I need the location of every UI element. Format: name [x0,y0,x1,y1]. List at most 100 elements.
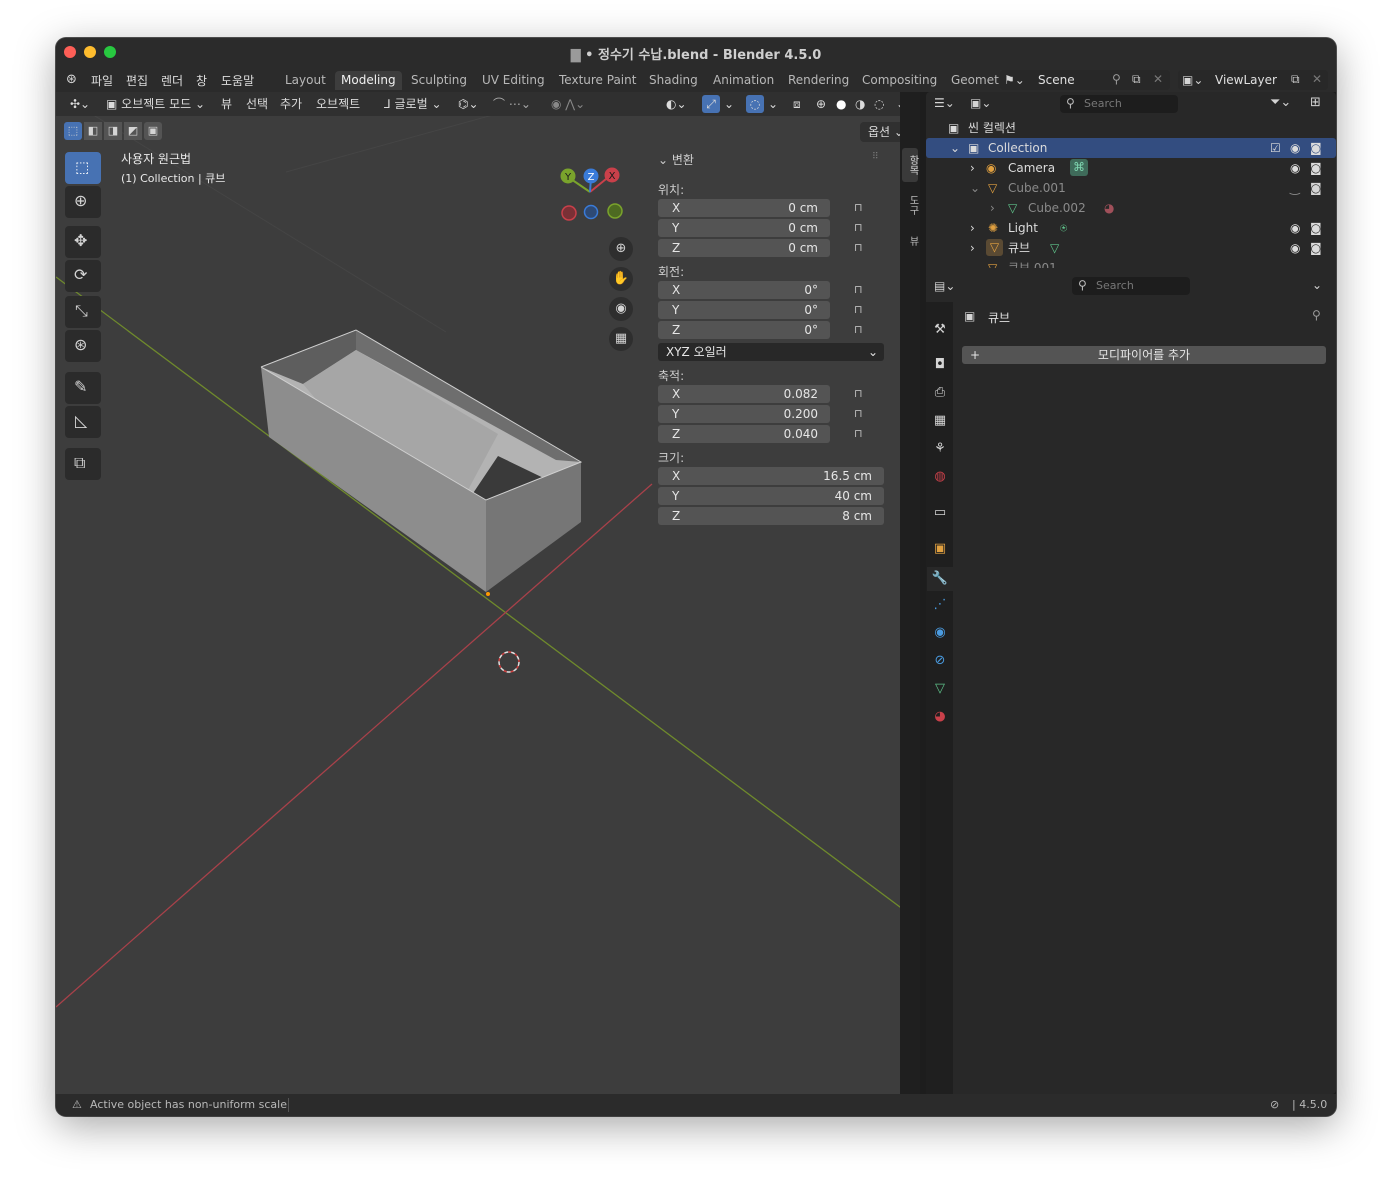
chevron-down-icon[interactable]: ⌄ [970,178,980,198]
lock-icon[interactable]: ⊓ [854,201,863,214]
menu-add[interactable]: 추가 [280,95,302,113]
lock-icon[interactable]: ⊓ [854,303,863,316]
new-scene-icon[interactable]: ⧉ [1132,72,1141,87]
dimensions-x-field[interactable]: X 16.5 cm [658,467,884,485]
gizmo-dropdown-icon[interactable]: ⌄ [724,95,734,113]
particles-properties-icon[interactable]: ⋰ [932,597,948,613]
location-y-field[interactable]: Y 0 cm [658,219,830,237]
eye-icon[interactable]: ◉ [1290,218,1300,238]
menu-view[interactable]: 뷰 [221,95,232,113]
lock-icon[interactable]: ⊓ [854,241,863,254]
lock-icon[interactable]: ⊓ [854,283,863,296]
perspective-toggle-icon[interactable]: ▦ [609,327,633,351]
chevron-right-icon[interactable]: › [970,238,975,258]
shading-solid-icon[interactable]: ● [836,95,846,113]
tool-transform[interactable]: ⊛ [65,330,101,362]
tab-shading[interactable]: Shading [643,71,704,90]
eye-icon[interactable]: ◉ [1290,138,1300,158]
shading-rendered-icon[interactable]: ◌ [874,95,884,113]
menu-object[interactable]: 오브젝트 [316,95,360,113]
rotation-z-field[interactable]: Z 0° [658,321,830,339]
tab-modeling[interactable]: Modeling [335,71,402,90]
camera-render-icon[interactable]: ◙ [1310,238,1322,258]
select-invert-icon[interactable]: ◩ [124,122,142,140]
material-properties-icon[interactable]: ◕ [932,709,948,725]
lock-icon[interactable]: ⊓ [854,221,863,234]
outliner-row-camera[interactable]: › ◉ Camera ⌘ ◉ ◙ [926,158,1336,178]
chevron-right-icon[interactable]: › [970,218,975,238]
select-subtract-icon[interactable]: ◨ [104,122,122,140]
rotation-mode-select[interactable]: XYZ 오일러 ⌄ [658,343,884,361]
shading-material-icon[interactable]: ◑ [855,95,865,113]
tab-uv-editing[interactable]: UV Editing [476,71,551,90]
physics-properties-icon[interactable]: ◉ [932,625,948,641]
tool-annotate[interactable]: ✎ [65,372,101,404]
dimensions-z-field[interactable]: Z 8 cm [658,507,884,525]
camera-view-icon[interactable]: ◉ [609,297,633,321]
outliner-row-collection[interactable]: ⌄ ▣ Collection ☑ ◉ ◙ [926,138,1336,158]
location-x-field[interactable]: X 0 cm [658,199,830,217]
select-intersect-icon[interactable]: ▣ [144,122,162,140]
pin-icon[interactable]: ⚲ [1312,308,1321,322]
material-icon[interactable]: ◕ [1104,198,1114,218]
tool-measure[interactable]: ◺ [65,406,101,438]
outliner-row-cube-002[interactable]: › ▽ Cube.002 ◕ [926,198,1336,218]
dimensions-y-field[interactable]: Y 40 cm [658,487,884,505]
lock-icon[interactable]: ⊓ [854,323,863,336]
camera-render-icon[interactable]: ◙ [1310,178,1322,198]
drag-handle-icon[interactable]: ⠿ [872,152,879,162]
tool-select-box[interactable]: ⬚ [65,152,101,184]
gizmo-neg-y-icon[interactable] [607,203,623,219]
gizmo-toggle-icon[interactable]: ⤢ [702,95,720,113]
orientation-selector[interactable]: ⅃ 글로벌 ⌄ [384,95,442,113]
3d-cursor[interactable] [498,651,520,673]
scale-z-field[interactable]: Z 0.040 [658,425,830,443]
proportional-edit-icon[interactable]: ◉ ⋀⌄ [551,95,585,113]
scene-properties-icon[interactable]: ⚘ [932,441,948,457]
mesh-data-icon[interactable]: ▽ [1050,238,1059,258]
chevron-right-icon[interactable]: › [970,158,975,178]
outliner-row-light[interactable]: › ✺ Light ⍟ ◉ ◙ [926,218,1336,238]
tool-add-cube[interactable]: ⧉ [65,448,101,480]
lock-icon[interactable]: ⊓ [854,407,863,420]
gizmo-neg-x-icon[interactable] [561,205,577,221]
box-object[interactable] [260,329,583,592]
modifier-properties-icon[interactable]: 🔧 [927,567,953,591]
camera-data-icon[interactable]: ⌘ [1070,159,1088,176]
chevron-right-icon[interactable]: › [990,198,995,218]
outliner-editor-type-icon[interactable]: ☰⌄ [934,96,955,110]
tab-view[interactable]: 뷰 [902,228,918,254]
transform-header[interactable]: ⌄ 변환 [658,151,694,168]
camera-render-icon[interactable]: ◙ [1310,138,1322,158]
scale-x-field[interactable]: X 0.082 [658,385,830,403]
menu-select[interactable]: 선택 [246,95,268,113]
menu-window[interactable]: 창 [196,72,207,89]
eye-icon[interactable]: ◉ [1290,158,1300,178]
delete-view-layer-icon[interactable]: ✕ [1312,72,1322,86]
checkbox-icon[interactable]: ☑ [1270,138,1281,158]
constraints-properties-icon[interactable]: ⊘ [932,653,948,669]
viewport-3d[interactable]: Y Z X ✣⌄ ▣ 오브젝트 모드 ⌄ 뷰 선택 추가 오브젝트 ⅃ 글로벌 … [56,92,920,1094]
gizmo-neg-z-icon[interactable] [583,204,599,220]
chevron-down-icon[interactable]: ⌄ [950,138,960,158]
select-new-icon[interactable]: ⬚ [64,122,82,140]
outliner-search-input[interactable]: ⚲ Search [1060,95,1178,113]
tool-move[interactable]: ✥ [65,226,101,258]
outliner-row-cube[interactable]: › ▽ 큐브 ▽ ◉ ◙ [926,238,1336,258]
chevron-down-icon[interactable]: ⌄ [1312,278,1322,292]
eye-hidden-icon[interactable]: ‿ [1290,178,1300,198]
tool-scale[interactable]: ⤡ [65,296,101,328]
tab-animation[interactable]: Animation [707,71,780,90]
new-collection-icon[interactable]: ⊞ [1310,95,1321,110]
navigation-gizmo[interactable]: Y Z X [560,167,623,221]
properties-search-input[interactable]: ⚲ Search [1072,277,1190,295]
tool-properties-icon[interactable]: ⚒ [932,322,948,338]
view-layer-selector[interactable]: ▣⌄ ViewLayer ⧉ ✕ [1178,70,1328,90]
overlays-toggle-icon[interactable]: ◌ [746,95,764,113]
tab-geometry[interactable]: Geomet [945,71,1005,90]
view-layer-properties-icon[interactable]: ▦ [932,413,948,429]
scale-y-field[interactable]: Y 0.200 [658,405,830,423]
outliner-row-cube-copy[interactable]: ▽ 큐브.001 [926,258,1336,268]
snap-icon[interactable]: ⌒ ⋯⌄ [493,95,531,113]
properties-editor-type-icon[interactable]: ▤⌄ [934,279,955,293]
